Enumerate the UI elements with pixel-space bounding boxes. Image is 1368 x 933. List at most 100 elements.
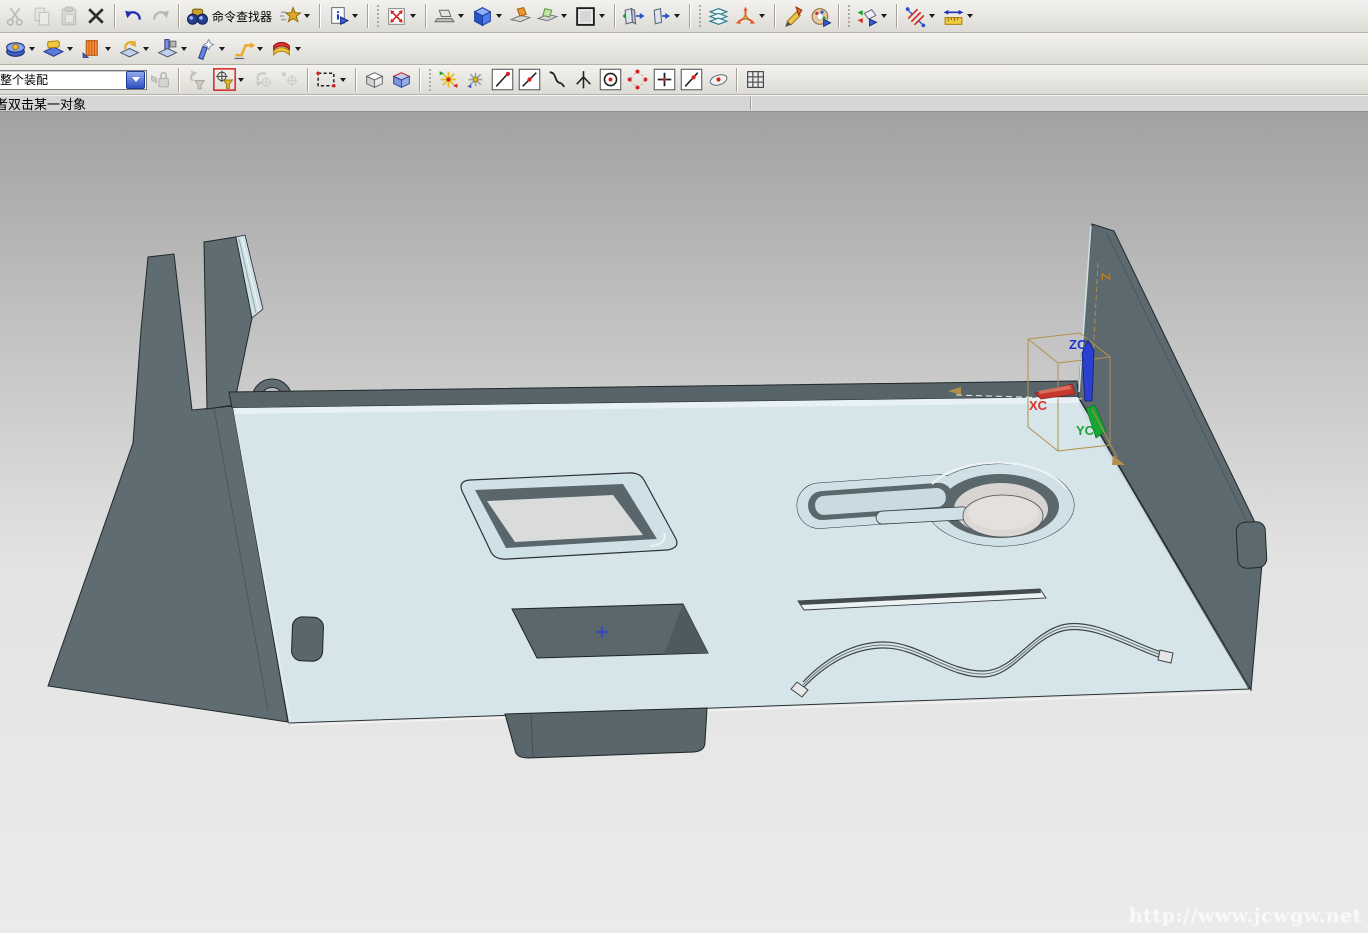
dropdown-caret-icon[interactable] [304,14,310,18]
show-hide-button[interactable] [854,3,892,29]
info-icon [327,5,350,28]
sm-tab-button[interactable] [40,36,78,62]
dropdown-caret-icon[interactable] [352,14,358,18]
measure-distance-button[interactable] [940,3,978,29]
sm-contour-flange-button[interactable] [78,36,116,62]
interpart-link-button[interactable] [147,67,174,93]
command-finder-button[interactable]: 命令查找器 [184,3,277,29]
dropdown-caret-icon[interactable] [599,14,605,18]
dropdown-caret-icon[interactable] [929,14,935,18]
snap-arc-center-button[interactable] [597,67,624,93]
dropdown-caret-icon[interactable] [674,14,680,18]
dropdown-caret-icon[interactable] [340,78,346,82]
redo-button[interactable] [147,3,174,29]
copy-button[interactable] [29,3,56,29]
dropdown-caret-icon[interactable] [219,47,225,51]
prompt-bar-divider [750,97,752,110]
sm7-icon [232,37,255,60]
selection-toolbar-items [147,67,769,93]
snap-endpoint-button[interactable] [489,67,516,93]
window-display-button[interactable] [431,3,469,29]
sm1-icon [4,37,27,60]
snap-point-on-curve-button[interactable] [678,67,705,93]
marquee-select-button[interactable] [313,67,351,93]
dropdown-caret-icon[interactable] [143,47,149,51]
snap-settings-button[interactable] [462,67,489,93]
orient-view-button[interactable] [620,3,647,29]
layer-settings-button[interactable] [705,3,732,29]
sm-base-feature-button[interactable] [2,36,40,62]
prompt-bar: 者 双击某一对象 [0,95,1368,112]
pick-from-list-button[interactable] [276,67,303,93]
dropdown-caret-icon[interactable] [410,14,416,18]
clip-section-button[interactable] [534,3,572,29]
toolbar-drag-handle[interactable] [428,68,432,92]
dropdown-caret-icon[interactable] [238,78,244,82]
undo-icon [122,5,145,28]
zc-axis-label: ZC [1069,337,1087,352]
sm-emboss-button[interactable] [268,36,306,62]
information-button[interactable] [325,3,363,29]
fit-view-button[interactable] [383,3,421,29]
sm-jog-button[interactable] [230,36,268,62]
pt-slash-icon [680,68,703,91]
section-view-button[interactable] [507,3,534,29]
snap-midpoint-button[interactable] [516,67,543,93]
snap-quadrant-button[interactable] [624,67,651,93]
wcs-display-button[interactable] [732,3,770,29]
toolbar-drag-handle[interactable] [698,4,702,28]
paste-button[interactable] [56,3,83,29]
view-b-icon [649,5,672,28]
pt-axis-icon [572,68,595,91]
3d-viewport[interactable]: Z ZC XC YC http://www.jcwgw.net [0,112,1368,933]
edit-object-display-button[interactable] [780,3,807,29]
toolbar-separator [419,68,421,92]
toolbar-drag-handle[interactable] [376,4,380,28]
delete-button[interactable] [83,3,110,29]
sm-flange-button[interactable] [116,36,154,62]
snap-intersection-button[interactable] [570,67,597,93]
selection-filter-button[interactable] [184,67,211,93]
toolbar-separator [355,68,357,92]
view-background-button[interactable] [572,3,610,29]
sm-bend-button[interactable] [154,36,192,62]
pt-end-icon [491,68,514,91]
rendering-style-button[interactable] [469,3,507,29]
transparent-pick-button[interactable] [388,67,415,93]
dropdown-caret-icon[interactable] [29,47,35,51]
dropdown-caret-icon[interactable] [105,47,111,51]
dropdown-caret-icon[interactable] [881,14,887,18]
dropdown-caret-icon[interactable] [257,47,263,51]
dropdown-caret-icon[interactable] [496,14,502,18]
toolbar-separator [367,4,369,28]
snap-existing-point-button[interactable] [651,67,678,93]
touch-mode-button[interactable] [277,3,315,29]
measure-hash-icon [904,5,927,28]
grid-snap-button[interactable] [742,67,769,93]
toolbar-drag-handle[interactable] [847,4,851,28]
undo-button[interactable] [120,3,147,29]
dropdown-caret-icon[interactable] [181,47,187,51]
dropdown-caret-icon[interactable] [561,14,567,18]
reset-filter-button[interactable] [249,67,276,93]
grid-icon [744,68,767,91]
sm-normal-cutout-button[interactable] [192,36,230,62]
snap-measure-button[interactable] [902,3,940,29]
dropdown-caret-icon[interactable] [759,14,765,18]
type-filter-button[interactable] [211,67,249,93]
snap-point-on-face-button[interactable] [705,67,732,93]
snap-point-button[interactable] [435,67,462,93]
dropdown-caret-icon[interactable] [67,47,73,51]
shaded-pick-button[interactable] [361,67,388,93]
selection-scope-combo[interactable]: 整个装配 [0,70,147,90]
replace-view-button[interactable] [647,3,685,29]
dropdown-caret-icon[interactable] [458,14,464,18]
object-display-button[interactable] [807,3,834,29]
cut-button[interactable] [2,3,29,29]
toolbar-separator [319,4,321,28]
dropdown-caret-icon[interactable] [967,14,973,18]
combo-dropdown-button[interactable] [126,71,145,89]
snap-control-point-button[interactable] [543,67,570,93]
yc-axis-label: YC [1076,423,1095,438]
dropdown-caret-icon[interactable] [295,47,301,51]
